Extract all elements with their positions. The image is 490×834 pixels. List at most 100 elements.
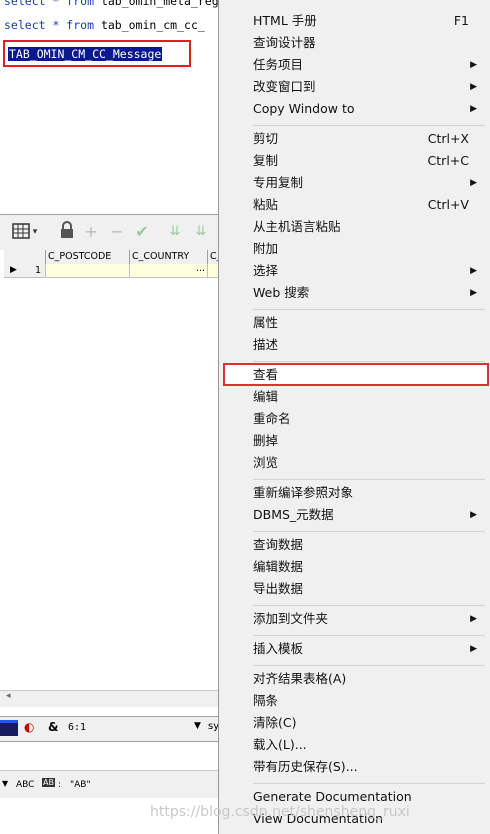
- sql-editor[interactable]: select * from tab_omin_meta_registration…: [0, 0, 222, 212]
- menu-item-label: 剪切: [253, 131, 279, 146]
- shortcut-label: F1: [453, 13, 469, 28]
- shortcut-label: Ctrl+V: [427, 197, 469, 212]
- double-chevron-down-icon[interactable]: ⇊: [164, 221, 186, 243]
- menu-item-browse[interactable]: 浏览: [253, 452, 479, 474]
- menu-item-label: 粘贴: [253, 197, 279, 212]
- menu-item-label: 查询设计器: [253, 35, 316, 50]
- submenu-arrow-icon: ▶: [470, 644, 477, 654]
- menu-item-load[interactable]: 载入(L)...: [253, 734, 479, 756]
- menu-item-change-window[interactable]: 改变窗口到 ▶: [253, 76, 479, 98]
- menu-item-edit-data[interactable]: 编辑数据: [253, 556, 479, 578]
- menu-item-edit[interactable]: 编辑: [253, 386, 479, 408]
- menu-item-web-search[interactable]: Web 搜索 ▶: [253, 282, 479, 304]
- menu-item-add-to-folder[interactable]: 添加到文件夹 ▶: [253, 608, 479, 630]
- menu-item-drop[interactable]: 删掉: [253, 430, 479, 452]
- menu-item-select[interactable]: 选择 ▶: [253, 260, 479, 282]
- menu-item-save-with-history[interactable]: 带有历史保存(S)...: [253, 756, 479, 778]
- submenu-arrow-icon: ▶: [470, 614, 477, 624]
- grid-cell[interactable]: ...: [130, 262, 208, 277]
- chevron-down-icon[interactable]: ▼: [2, 779, 8, 788]
- menu-item-rename[interactable]: 重命名: [253, 408, 479, 430]
- match-case-toggle[interactable]: ABC: [16, 780, 34, 790]
- menu-item-label: 浏览: [253, 455, 279, 470]
- menu-item-append[interactable]: 附加: [253, 238, 479, 260]
- remove-icon[interactable]: −: [106, 221, 128, 243]
- selected-table-name[interactable]: TAB_OMIN_CM_CC_Message: [8, 47, 163, 61]
- menu-item-label: 对齐结果表格(A): [253, 671, 347, 686]
- menu-item-label: 带有历史保存(S)...: [253, 759, 358, 774]
- menu-item-label: 复制: [253, 153, 279, 168]
- menu-item-paste-from-host-language[interactable]: 从主机语言粘贴: [253, 216, 479, 238]
- grid-view-icon[interactable]: [10, 221, 32, 243]
- whole-word-icon[interactable]: AB: [42, 778, 55, 787]
- menu-item-html-manual[interactable]: HTML 手册 F1: [253, 10, 479, 32]
- record-icon[interactable]: ◐: [24, 720, 34, 734]
- menu-item-clear[interactable]: 清除(C): [253, 712, 479, 734]
- cursor-position: 6:1: [68, 722, 87, 733]
- submenu-arrow-icon: ▶: [470, 288, 477, 298]
- submenu-arrow-icon: ▶: [470, 104, 477, 114]
- sql-table: tab_omin_cm_cc_: [100, 18, 205, 32]
- menu-item-align-result-grid[interactable]: 对齐结果表格(A): [253, 668, 479, 690]
- column-header[interactable]: C_POSTCODE: [46, 250, 130, 264]
- menu-item-query-designer[interactable]: 查询设计器: [253, 32, 479, 54]
- menu-item-recompile-referencing[interactable]: 重新编译参照对象: [253, 482, 479, 504]
- sql-table: tab_omin_meta_registration where mandata…: [100, 0, 222, 8]
- result-grid: C_POSTCODE C_COUNTRY C_ ▶ 1 ... ◂: [0, 250, 222, 710]
- menu-item-properties[interactable]: 属性: [253, 312, 479, 334]
- row-indicator-header: [4, 250, 46, 264]
- horizontal-scrollbar[interactable]: ◂: [0, 690, 222, 707]
- menu-separator: [253, 125, 485, 126]
- menu-item-dbms-metadata[interactable]: DBMS_元数据 ▶: [253, 504, 479, 526]
- menu-item-insert-template[interactable]: 插入模板 ▶: [253, 638, 479, 660]
- scroll-left-icon[interactable]: ◂: [6, 691, 11, 701]
- menu-separator: [253, 783, 485, 784]
- menu-item-label: HTML 手册: [253, 13, 317, 28]
- ampersand-toggle[interactable]: &: [48, 720, 58, 734]
- menu-item-label: 导出数据: [253, 581, 304, 596]
- lock-icon[interactable]: [56, 221, 78, 243]
- menu-item-label: 附加: [253, 241, 279, 256]
- menu-item-query-data[interactable]: 查询数据: [253, 534, 479, 556]
- menu-item-label: 添加到文件夹: [253, 611, 329, 626]
- menu-item-label: Copy Window to: [253, 101, 355, 116]
- add-icon[interactable]: +: [80, 221, 102, 243]
- menu-item-copy-window-to[interactable]: Copy Window to ▶: [253, 98, 479, 120]
- grid-cell[interactable]: [46, 264, 130, 277]
- grid-header: C_POSTCODE C_COUNTRY C_: [4, 250, 222, 265]
- menu-item-describe[interactable]: 描述: [253, 334, 479, 356]
- menu-item-paste[interactable]: 粘贴 Ctrl+V: [253, 194, 479, 216]
- menu-item-copy[interactable]: 复制 Ctrl+C: [253, 150, 479, 172]
- table-row[interactable]: ▶ 1 ...: [4, 262, 222, 278]
- menu-item-view[interactable]: 查看: [253, 364, 479, 386]
- menu-item-cut[interactable]: 剪切 Ctrl+X: [253, 128, 479, 150]
- grid-toolbar: ▾ + − ✔ ⇊ ⇊: [0, 214, 222, 251]
- chevron-down-icon[interactable]: ▾: [30, 221, 40, 243]
- context-menu: HTML 手册 F1 查询设计器 任务项目 ▶ 改变窗口到 ▶ Copy Window…: [218, 0, 490, 834]
- menu-item-label: 从主机语言粘贴: [253, 219, 341, 234]
- menu-item-label: 编辑数据: [253, 559, 304, 574]
- double-chevron-down-icon[interactable]: ⇊: [190, 221, 212, 243]
- menu-separator: [253, 361, 485, 362]
- code-line-2: select * from tab_omin_cm_cc_: [4, 18, 205, 32]
- menu-item-label: DBMS_元数据: [253, 507, 334, 522]
- submenu-arrow-icon: ▶: [470, 178, 477, 188]
- menu-item-label: 编辑: [253, 389, 279, 404]
- menu-separator: [253, 479, 485, 480]
- quoted-text-toggle[interactable]: "AB": [70, 780, 91, 790]
- chevron-down-icon[interactable]: ▼: [194, 721, 201, 731]
- watermark-text: https://blog.csdn.net/shensheng_ruxi: [150, 804, 410, 820]
- submenu-arrow-icon: ▶: [470, 266, 477, 276]
- menu-item-label: 描述: [253, 337, 279, 352]
- menu-item-special-copy[interactable]: 专用复制 ▶: [253, 172, 479, 194]
- menu-item-export-data[interactable]: 导出数据: [253, 578, 479, 600]
- cell-ellipsis-button[interactable]: ...: [196, 262, 205, 275]
- colon-label: :: [58, 780, 62, 790]
- menu-item-label: 删掉: [253, 433, 279, 448]
- check-icon[interactable]: ✔: [131, 221, 153, 243]
- menu-item-label: 查看: [253, 367, 279, 382]
- selection-highlight-box: TAB_OMIN_CM_CC_Message: [3, 40, 191, 67]
- menu-item-task-project[interactable]: 任务项目 ▶: [253, 54, 479, 76]
- menu-item-gutter[interactable]: 隔条: [253, 690, 479, 712]
- menu-separator: [253, 309, 485, 310]
